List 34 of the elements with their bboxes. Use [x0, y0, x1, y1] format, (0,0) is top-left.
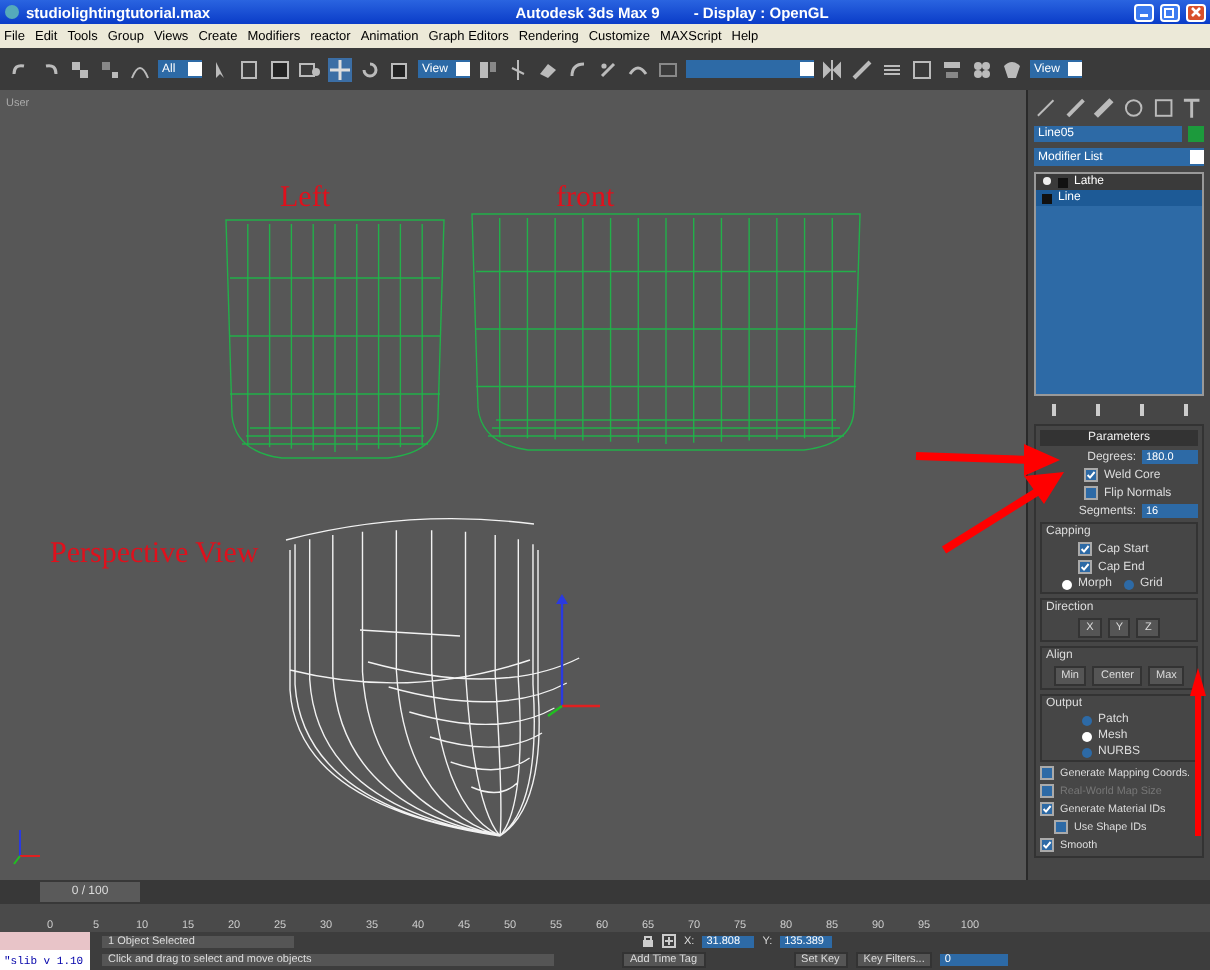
checkbox[interactable] [1084, 486, 1098, 500]
radio-button[interactable] [1124, 579, 1135, 589]
world-axis-icon [13, 829, 41, 865]
close-icon [1190, 6, 1202, 18]
app-logo-icon [4, 4, 20, 20]
checkbox[interactable] [1078, 542, 1092, 556]
annotation-text: Left [280, 182, 330, 214]
checkbox[interactable] [1078, 560, 1092, 574]
absolute-mode-icon[interactable] [662, 934, 676, 949]
minimize-button[interactable] [1134, 3, 1154, 21]
move-icon[interactable] [328, 57, 352, 81]
rectangle-select-icon[interactable] [268, 57, 292, 81]
object-color-swatch[interactable] [1188, 126, 1204, 142]
restore-icon [1164, 6, 1176, 18]
checkbox[interactable] [1040, 838, 1054, 852]
named-selection-dropdown[interactable] [686, 60, 814, 78]
checkbox[interactable] [1040, 802, 1054, 816]
radio-button[interactable] [1082, 747, 1092, 757]
close-button[interactable] [1186, 3, 1206, 21]
radio-button[interactable] [1082, 715, 1092, 725]
lock-icon[interactable] [642, 934, 654, 949]
radio-button[interactable] [1062, 579, 1072, 589]
rotate-icon[interactable] [358, 57, 382, 81]
annotation-text: Perspective View [50, 538, 259, 570]
checkbox[interactable] [1054, 820, 1068, 834]
mirror-icon[interactable] [820, 57, 844, 81]
restore-button[interactable] [1160, 3, 1180, 21]
annotation-text: front [556, 182, 615, 214]
light-bulb-icon[interactable] [1042, 176, 1052, 188]
checkbox[interactable] [1040, 766, 1054, 780]
listener-input[interactable] [0, 932, 90, 950]
axis-gizmo-drawing [547, 594, 600, 717]
checkbox[interactable] [1084, 468, 1098, 482]
radio-button[interactable] [1082, 731, 1092, 741]
